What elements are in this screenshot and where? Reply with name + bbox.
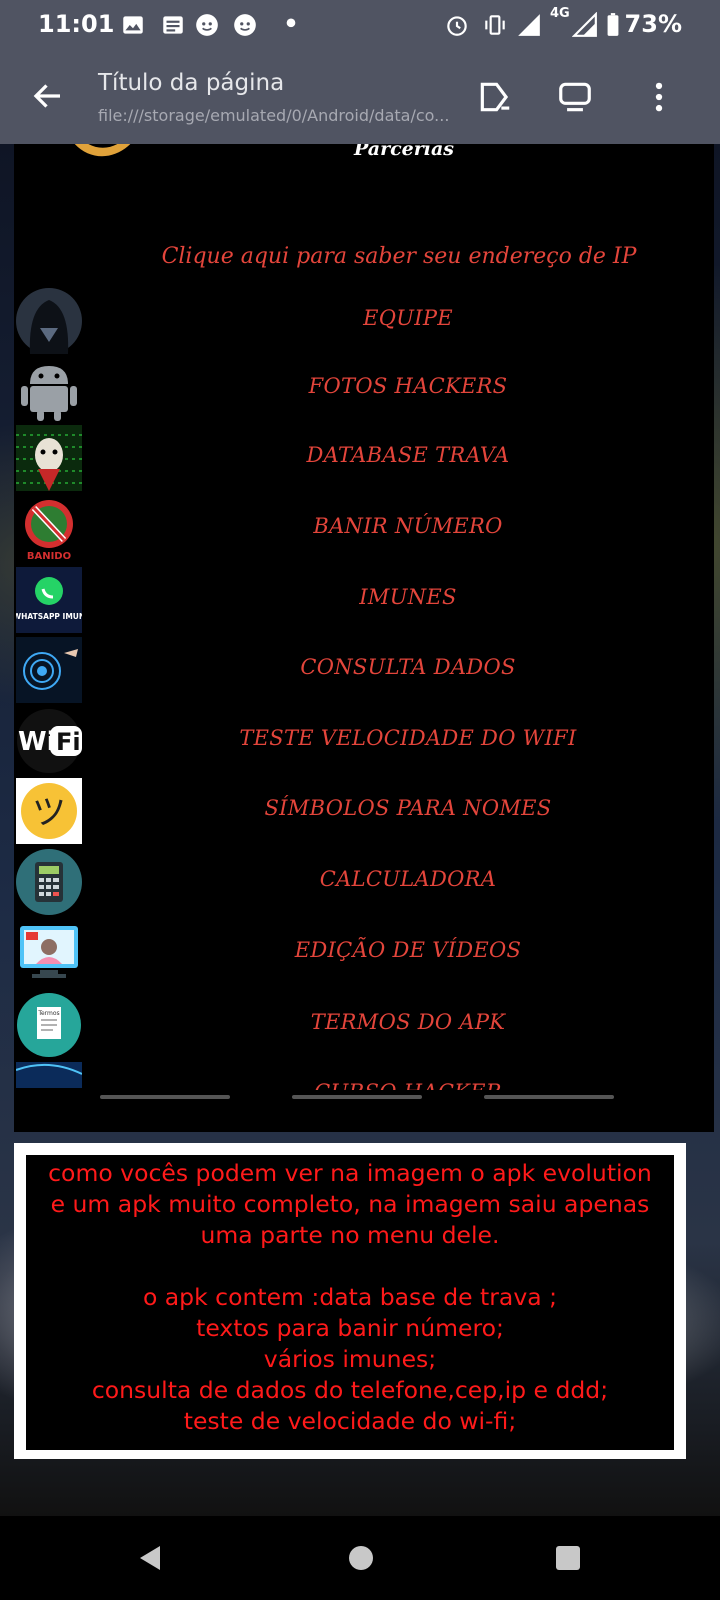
menu-item-imunes[interactable]: WHATSAPP IMUN IMUNES: [14, 567, 714, 637]
menu-label: CALCULADORA: [319, 867, 497, 891]
scroll-indicator: [292, 1095, 422, 1099]
menu-item-edicao-videos[interactable]: EDIÇÃO DE VÍDEOS: [14, 920, 714, 990]
menu-item-equipe[interactable]: EQUIPE: [14, 288, 714, 358]
calculator-icon: [16, 849, 82, 915]
svg-text:ツ: ツ: [32, 793, 66, 833]
menu-item-simbolos[interactable]: ツ SÍMBOLOS PARA NOMES: [14, 778, 714, 848]
svg-text:Wi: Wi: [18, 727, 56, 757]
status-bar: 11:01 4G 73%: [0, 0, 720, 50]
nav-home-icon[interactable]: [347, 1544, 375, 1572]
svg-text:BANIDO: BANIDO: [27, 551, 71, 562]
menu-label: FOTOS HACKERS: [308, 374, 508, 398]
menu-label: TESTE VELOCIDADE DO WIFI: [239, 726, 577, 750]
more-options-icon[interactable]: [640, 78, 678, 116]
battery-level: 73%: [624, 10, 682, 38]
description-line: como vocês podem ver na imagem o apk evo…: [48, 1159, 652, 1187]
menu-item-consulta-dados[interactable]: CONSULTA DADOS: [14, 637, 714, 707]
signal-icon: [518, 14, 540, 36]
menu-item-banir-numero[interactable]: BANIDO BANIR NÚMERO: [14, 496, 714, 566]
menu-label: CONSULTA DADOS: [300, 655, 516, 679]
app-screenshot: Parcerias Clique aqui para saber seu end…: [14, 144, 714, 1132]
description-line: consulta de dados do telefone,cep,ip e d…: [91, 1376, 609, 1404]
menu-label: EQUIPE: [363, 306, 453, 330]
menu-item-calculadora[interactable]: CALCULADORA: [14, 849, 714, 919]
hooded-figure-icon: [16, 288, 82, 354]
menu-item-fotos-hackers[interactable]: FOTOS HACKERS: [14, 356, 714, 426]
document-icon: Termos: [16, 992, 82, 1058]
whatsapp-icon: WHATSAPP IMUN: [16, 567, 82, 633]
menu-label: CURSO HACKER: [102, 1080, 714, 1090]
menu-label: DATABASE TRAVA: [306, 443, 510, 467]
news-icon: [163, 16, 183, 34]
ip-link[interactable]: Clique aqui para saber seu endereço de I…: [14, 244, 714, 269]
desktop-view-icon[interactable]: [556, 78, 594, 116]
anonymous-mask-icon: [16, 425, 82, 491]
scroll-indicator: [484, 1095, 614, 1099]
svg-text:Fi: Fi: [56, 728, 81, 756]
svg-text:WHATSAPP IMUN: WHATSAPP IMUN: [16, 612, 82, 621]
scroll-indicators: [14, 1095, 714, 1101]
baby-face-icon: [196, 14, 218, 36]
description-box: como vocês podem ver na imagem o apk evo…: [14, 1143, 686, 1459]
network-type: 4G: [550, 6, 570, 21]
menu-item-termos[interactable]: Termos TERMOS DO APK: [14, 992, 714, 1062]
page-title: Título da página: [98, 70, 285, 96]
scroll-indicator: [100, 1095, 230, 1099]
gallery-icon: [123, 16, 143, 34]
menu-label: EDIÇÃO DE VÍDEOS: [294, 938, 522, 962]
description-line: teste de velocidade do wi-fi;: [183, 1407, 517, 1435]
signal-weak-icon: [572, 12, 597, 37]
nav-back-icon[interactable]: [136, 1544, 164, 1572]
baby-face-icon: [234, 14, 256, 36]
description-line: o apk contem :data base de trava ;: [142, 1283, 558, 1311]
app-bar: Título da página file:///storage/emulate…: [0, 50, 720, 144]
description-line: uma parte no menu dele.: [200, 1221, 500, 1249]
back-arrow-icon[interactable]: [30, 78, 66, 114]
notification-dot-icon: [286, 18, 296, 28]
page-url: file:///storage/emulated/0/Android/data/…: [98, 106, 450, 125]
android-icon: [16, 356, 82, 422]
fingerprint-icon: [16, 637, 82, 703]
navigation-bar: [0, 1516, 720, 1600]
alarm-icon: [447, 16, 467, 36]
smiley-icon: ツ: [16, 778, 82, 844]
menu-label: TERMOS DO APK: [310, 1010, 506, 1034]
menu-label: BANIR NÚMERO: [313, 514, 503, 538]
battery-icon: [607, 13, 619, 36]
description-line: e um apk muito completo, na imagem saiu …: [50, 1190, 650, 1218]
menu-item-database-trava[interactable]: DATABASE TRAVA: [14, 425, 714, 495]
banned-whatsapp-icon: BANIDO: [16, 496, 82, 562]
wifi-icon: Wi Fi: [16, 708, 82, 774]
nav-recents-icon[interactable]: [554, 1544, 582, 1572]
handshake-icon: [74, 144, 131, 157]
svg-text:Termos: Termos: [37, 1010, 59, 1017]
open-external-icon[interactable]: [476, 78, 514, 116]
status-time: 11:01: [38, 10, 115, 38]
video-editing-icon: [16, 920, 82, 986]
hacker-course-icon: [16, 1062, 82, 1088]
menu-label: IMUNES: [359, 585, 457, 609]
description-text: como vocês podem ver na imagem o apk evo…: [26, 1155, 674, 1450]
vibrate-icon: [485, 15, 505, 35]
description-line: vários imunes;: [263, 1345, 437, 1373]
menu-item-teste-velocidade[interactable]: Wi Fi TESTE VELOCIDADE DO WIFI: [14, 708, 714, 778]
description-line: textos para banir número;: [196, 1314, 504, 1342]
description-line: [26, 1251, 674, 1282]
menu-label: SÍMBOLOS PARA NOMES: [264, 796, 552, 820]
partner-label[interactable]: Parcerias: [354, 144, 454, 160]
